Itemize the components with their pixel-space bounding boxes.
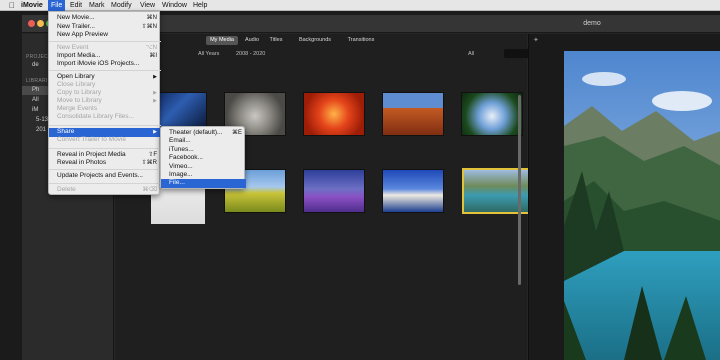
menu-shortcut: ⌘E [231,130,242,136]
file-menu-item-update-projects-and-events[interactable]: Update Projects and Events... [49,172,161,181]
menu-item-label: Update Projects and Events... [57,172,143,179]
menu-item-label: Move to Library [57,97,102,104]
menu-file[interactable]: File [48,0,66,11]
menu-item-label: Vimeo... [169,162,193,170]
sidebar-item-imovie-library[interactable]: iM [32,107,38,113]
media-thumbnail[interactable] [382,92,444,136]
share-menu-item-itunes[interactable]: iTunes... [161,146,246,155]
media-thumbnail[interactable] [303,92,365,136]
menu-item-label: Merge Events [57,105,98,112]
menu-item-label: Reveal in Project Media [57,151,126,158]
sidebar-item-photos[interactable]: Ph [32,87,39,93]
file-menu-item-convert-trailer-to-movie: Convert Trailer to Movie [49,136,161,145]
menu-item-label: Reveal in Photos [57,159,107,166]
menu-help[interactable]: Help [190,0,210,11]
menu-item-label: Share [57,128,75,135]
menu-modify[interactable]: Modify [108,0,135,11]
file-menu-item-consolidate-library-files: Consolidate Library Files... [49,113,161,122]
viewer-image [564,51,720,360]
menu-item-label: Import Media... [57,52,101,59]
share-menu-item-vimeo[interactable]: Vimeo... [161,163,246,172]
menu-item-label: Theater (default)... [169,129,223,136]
menu-separator [49,183,161,184]
menu-item-label: File... [169,179,185,187]
menu-item-label: Copy to Library [57,89,102,96]
menu-item-label: Convert Trailer to Movie [57,136,126,143]
media-thumbnail[interactable] [382,169,444,213]
menu-item-label: Facebook... [169,154,203,162]
file-menu-item-new-app-preview[interactable]: New App Preview [49,31,161,40]
menu-separator [49,169,161,170]
menu-item-label: New Trailer... [57,23,95,30]
share-menu-item-email[interactable]: Email... [161,137,246,146]
libraries-header: LIBRARI [26,78,48,84]
menu-item-label: iTunes... [169,145,194,153]
sidebar-item-project[interactable]: de [32,62,39,68]
media-thumbnail[interactable] [303,169,365,213]
menu-separator [49,148,161,149]
menu-mark[interactable]: Mark [86,0,108,11]
clip-filter[interactable]: All [468,51,474,57]
menu-separator [49,125,161,126]
media-tabs: My Media Audio Titles Backgrounds Transi… [115,34,527,47]
media-thumbnail[interactable] [461,92,523,136]
menu-item-label: New Event [57,44,89,51]
file-menu-item-import-imovie-ios-projects[interactable]: Import iMovie iOS Projects... [49,60,161,69]
tab-my-media[interactable]: My Media [206,36,238,45]
menu-view[interactable]: View [137,0,158,11]
menu-item-label: Consolidate Library Files... [57,113,134,120]
crop-icon[interactable]: ✦ [533,36,539,44]
menu-item-label: Delete [57,186,76,193]
close-window-button[interactable] [28,20,35,27]
window-title: demo [583,20,601,27]
menu-shortcut: ⌘N [146,15,157,21]
menu-window[interactable]: Window [159,0,190,11]
tab-transitions[interactable]: Transitions [341,36,381,45]
file-menu-dropdown: New Movie... ⌘N New Trailer... ⇧⌘N New App P… [48,11,161,195]
file-menu-item-reveal-in-photos[interactable]: Reveal in Photos ⇧⌘R [49,159,161,168]
menu-item-label: Open Library [57,73,95,80]
share-menu-item-facebook[interactable]: Facebook... [161,154,246,163]
media-browser: My Media Audio Titles Backgrounds Transi… [115,34,540,360]
tab-audio[interactable]: Audio [241,36,263,45]
date-range: 2008 - 2020 [236,51,266,57]
share-menu-item-image[interactable]: Image... [161,171,246,180]
share-menu-item-file[interactable]: File... [161,179,246,188]
menu-item-label: New App Preview [57,31,108,38]
share-submenu: Theater (default)... ⌘E Email... iTunes... F… [160,126,246,189]
share-menu-item-theater-default[interactable]: Theater (default)... ⌘E [161,129,246,138]
menu-item-label: New Movie... [57,14,95,21]
browser-scrollbar[interactable] [518,95,521,285]
sidebar-item-event-2[interactable]: 201 [36,127,46,133]
menu-imovie[interactable]: iMovie [18,0,46,11]
menu-item-label: Image... [169,171,193,178]
apple-menu-icon[interactable]:  [6,0,18,11]
menu-separator [49,41,161,42]
tab-backgrounds[interactable]: Backgrounds [293,36,337,45]
file-menu-item-new-movie[interactable]: New Movie... ⌘N [49,14,161,23]
tab-titles[interactable]: Titles [265,36,287,45]
menu-separator [49,70,161,71]
menu-bar:  iMovie File Edit Mark Modify View Wind… [0,0,720,11]
year-filter[interactable]: All Years [198,51,219,57]
viewer: ✦ [528,34,720,360]
menu-edit[interactable]: Edit [67,0,85,11]
menu-item-label: Import iMovie iOS Projects... [57,60,140,67]
sidebar-item-all[interactable]: All [32,97,39,103]
menu-item-label: Email... [169,137,191,145]
menu-shortcut: ⇧⌘R [141,160,157,166]
file-menu-item-delete: Delete ⌘⌫ [49,186,161,195]
menu-shortcut: ⌘⌫ [142,187,157,193]
sidebar-item-event-1[interactable]: 5-13 [36,117,48,123]
minimize-window-button[interactable] [37,20,44,27]
menu-item-label: Close Library [57,81,96,88]
filter-bar: All Years 2008 - 2020 All [115,48,540,60]
